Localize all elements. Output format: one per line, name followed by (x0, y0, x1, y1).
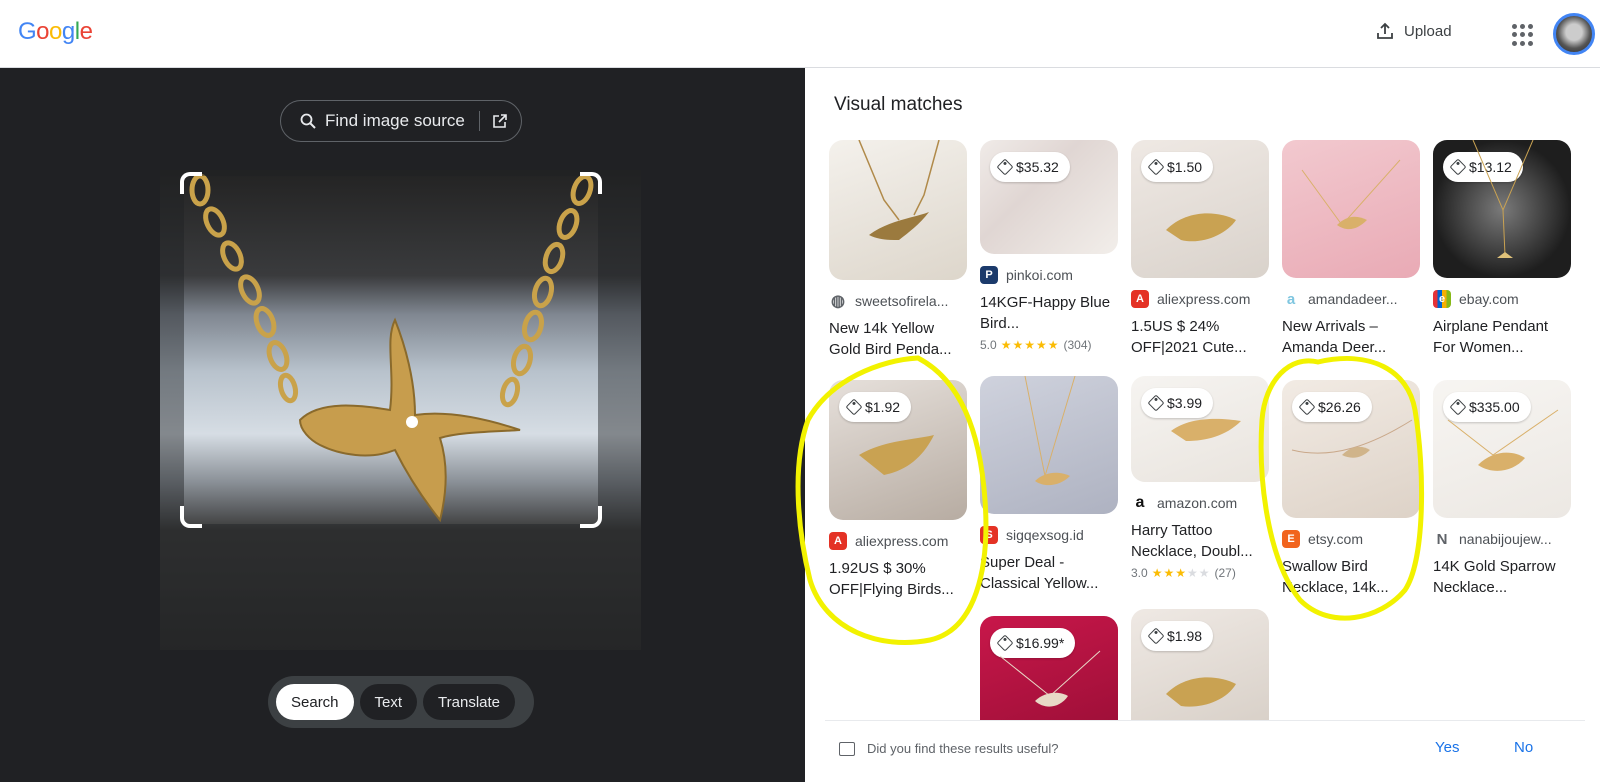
logo-letter: o (36, 18, 50, 45)
result-thumbnail[interactable]: $13.12 (1433, 140, 1571, 278)
result-card[interactable]: $13.12 e ebay.com Airplane Pendant For Wo… (1433, 140, 1571, 358)
etsy-favicon-icon: E (1282, 530, 1300, 548)
result-card[interactable]: $35.32 Ppinkoi.com 14KGF-Happy Blue Bird… (980, 140, 1118, 352)
mode-translate-button[interactable]: Translate (423, 684, 516, 720)
result-thumbnail[interactable] (829, 140, 967, 280)
result-title: 14K Gold Sparrow Necklace... (1433, 558, 1556, 596)
result-site: amazon.com (1157, 495, 1238, 511)
query-image-panel: Find image source Search Text Translate (0, 68, 805, 782)
aliexpress-favicon-icon: A (829, 532, 847, 550)
star-rating-icon: ★★★★★ (1151, 566, 1211, 580)
result-thumbnail[interactable]: $3.99 (1131, 376, 1269, 482)
result-site: ebay.com (1459, 291, 1519, 307)
result-title: 1.5US $ 24% OFF|2021 Cute... (1131, 318, 1247, 356)
mode-search-button[interactable]: Search (276, 684, 354, 720)
visual-matches-title: Visual matches (834, 94, 963, 115)
crop-handle-top-left[interactable] (180, 172, 202, 194)
result-rating: 3.0 ★★★★★ (27) (1131, 566, 1236, 580)
result-title: New Arrivals – Amanda Deer... (1282, 318, 1387, 356)
result-site: sweetsofirela... (855, 293, 949, 309)
result-card[interactable]: $1.50 Aaliexpress.com 1.5US $ 24% OFF|20… (1131, 140, 1269, 358)
crop-handle-bottom-right[interactable] (580, 506, 602, 528)
crop-handle-bottom-left[interactable] (180, 506, 202, 528)
result-thumbnail[interactable]: $26.26 (1282, 380, 1420, 518)
globe-icon: ◍ (831, 293, 845, 310)
result-title: Harry Tattoo Necklace, Doubl... (1131, 522, 1253, 560)
result-card[interactable]: ◍ sweetsofirela... New 14k Yellow Gold Bi… (829, 140, 967, 360)
result-card[interactable]: $3.99 a amazon.com Harry Tattoo Necklace,… (1131, 376, 1269, 580)
find-image-source-label: Find image source (325, 111, 465, 130)
crop-handle-top-right[interactable] (580, 172, 602, 194)
result-card[interactable]: Ssigqexsog.id Super Deal - Classical Yel… (980, 376, 1118, 594)
upload-button[interactable]: Upload (1376, 22, 1452, 40)
result-thumbnail[interactable]: $335.00 (1433, 380, 1571, 518)
results-panel: Visual matches ◍ sweetsofirela... New 14k… (805, 68, 1600, 782)
result-title: 1.92US $ 30% OFF|Flying Birds... (829, 560, 954, 598)
apps-grid-icon[interactable] (1512, 24, 1534, 46)
price-tag: $35.32 (990, 152, 1070, 182)
feedback-bar: Did you find these results useful? Yes N… (825, 720, 1585, 776)
feedback-question: Did you find these results useful? (867, 741, 1059, 756)
result-card[interactable]: $1.92 Aaliexpress.com 1.92US $ 30% OFF|F… (829, 380, 967, 600)
result-thumbnail[interactable] (980, 376, 1118, 514)
result-rating: 5.0 ★★★★★ (304) (980, 338, 1092, 352)
result-site: etsy.com (1308, 531, 1363, 547)
star-rating-icon: ★★★★★ (1000, 338, 1060, 352)
upload-label: Upload (1404, 22, 1452, 40)
result-site: aliexpress.com (855, 533, 949, 549)
result-title: New 14k Yellow Gold Bird Penda... (829, 320, 952, 358)
crop-dim-bottom (184, 524, 598, 650)
result-title: Swallow Bird Necklace, 14k... (1282, 558, 1389, 596)
logo-letter: g (61, 18, 75, 45)
result-title: Airplane Pendant For Women... (1433, 318, 1549, 356)
result-card[interactable]: $16.99* (980, 616, 1118, 726)
result-thumbnail[interactable] (1282, 140, 1420, 278)
mode-switcher: Search Text Translate (268, 676, 534, 728)
result-site: nanabijoujew... (1459, 531, 1552, 547)
crop-dim-right (598, 176, 641, 650)
feedback-yes-link[interactable]: Yes (1435, 739, 1459, 756)
mode-text-button[interactable]: Text (359, 684, 418, 720)
ebay-favicon-icon: e (1433, 290, 1451, 308)
result-title: Super Deal - Classical Yellow... (980, 554, 1099, 592)
upload-icon (1377, 22, 1393, 39)
result-card[interactable]: a amandadeer... New Arrivals – Amanda Dee… (1282, 140, 1420, 358)
feedback-icon (839, 741, 855, 756)
feedback-no-link[interactable]: No (1514, 739, 1533, 756)
result-thumbnail[interactable]: $35.32 (980, 140, 1118, 254)
aliexpress-favicon-icon: A (1131, 290, 1149, 308)
result-site: aliexpress.com (1157, 291, 1251, 307)
account-avatar[interactable] (1553, 13, 1595, 55)
result-card[interactable]: $335.00 Nnanabijoujew... 14K Gold Sparro… (1433, 380, 1571, 598)
lens-search-icon (300, 113, 316, 129)
result-thumbnail[interactable]: $1.50 (1131, 140, 1269, 278)
top-bar: Google Upload (0, 0, 1600, 68)
deer-favicon-icon: a (1286, 290, 1296, 308)
tag-icon (996, 158, 1014, 176)
result-card[interactable]: $1.98 (1131, 609, 1269, 726)
result-thumbnail[interactable]: $16.99* (980, 616, 1118, 726)
logo-letter: e (79, 18, 93, 45)
nanabijou-favicon-icon: N (1436, 530, 1448, 548)
pinkoi-favicon-icon: P (980, 266, 998, 284)
amazon-favicon-icon: a (1131, 494, 1149, 512)
query-image[interactable] (160, 170, 641, 650)
logo-letter: o (49, 18, 62, 45)
result-site: sigqexsog.id (1006, 527, 1084, 543)
result-site: pinkoi.com (1006, 267, 1073, 283)
result-site: amandadeer... (1308, 291, 1398, 307)
find-image-source-button[interactable]: Find image source (280, 100, 522, 142)
logo-letter: G (18, 18, 37, 45)
result-thumbnail[interactable]: $1.92 (829, 380, 967, 520)
sigqexsog-favicon-icon: S (980, 526, 998, 544)
google-logo[interactable]: Google (18, 18, 93, 46)
result-card[interactable]: $26.26 Eetsy.com Swallow Bird Necklace, … (1282, 380, 1420, 598)
crop-dim-top (160, 170, 641, 176)
open-in-new-icon (493, 114, 507, 128)
result-thumbnail[interactable]: $1.98 (1131, 609, 1269, 726)
result-title: 14KGF-Happy Blue Bird... (980, 294, 1111, 332)
crop-dim-left (160, 176, 184, 650)
